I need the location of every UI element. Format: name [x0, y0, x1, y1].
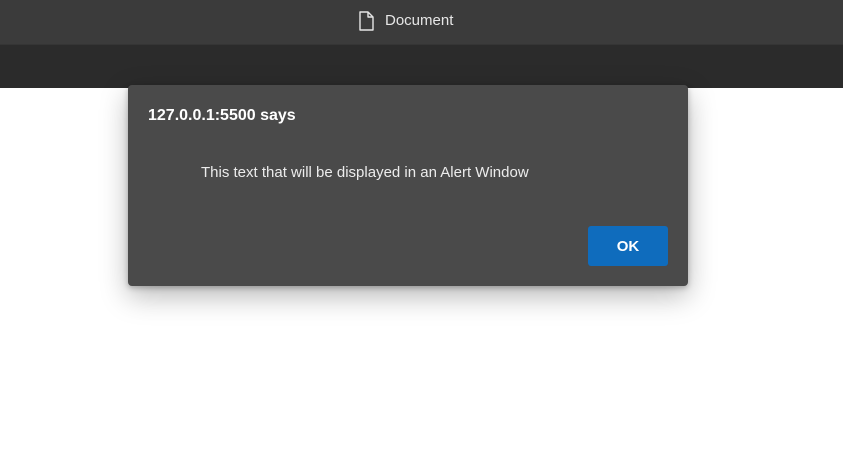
ok-button[interactable]: OK — [588, 226, 668, 266]
alert-dialog: 127.0.0.1:5500 says This text that will … — [128, 85, 688, 286]
browser-title-bar: Document — [0, 0, 843, 45]
document-icon — [358, 11, 374, 31]
active-tab[interactable]: Document — [358, 10, 453, 32]
alert-title: 127.0.0.1:5500 says — [148, 107, 296, 124]
browser-toolbar — [0, 45, 843, 88]
tab-title: Document — [385, 12, 454, 29]
alert-message: This text that will be displayed in an A… — [201, 164, 529, 181]
